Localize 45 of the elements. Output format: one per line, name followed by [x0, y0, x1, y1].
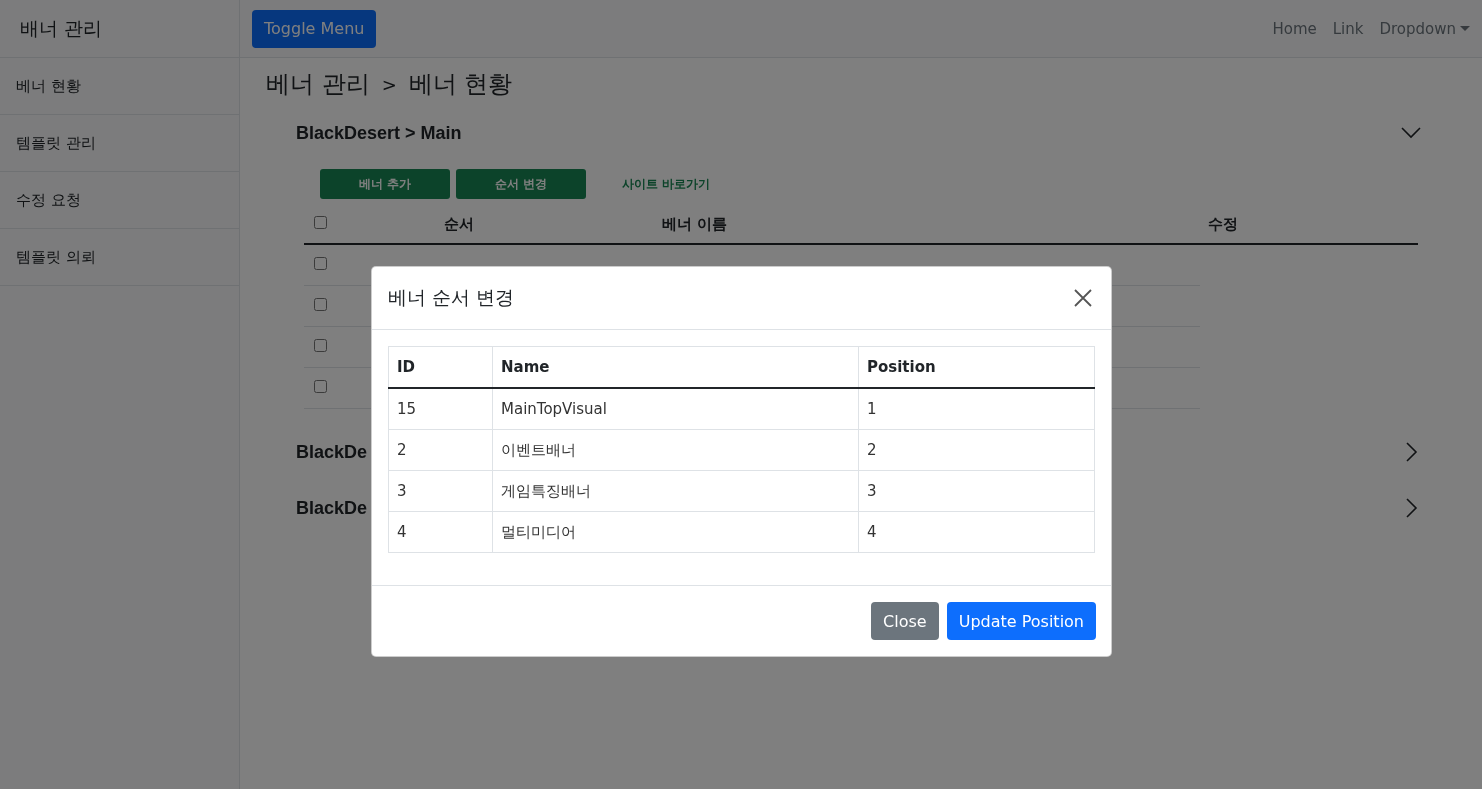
section-title: BlackDe: [296, 497, 368, 519]
row-checkbox[interactable]: [314, 298, 327, 311]
table-cell: 1: [858, 388, 1095, 430]
site-link[interactable]: 사이트 바로가기: [622, 175, 711, 193]
row-checkbox[interactable]: [314, 380, 327, 393]
column-header: Position: [858, 346, 1095, 388]
section-title: BlackDesert > Main: [296, 122, 462, 144]
sidebar-item[interactable]: 베너 현황: [0, 58, 239, 115]
table-cell: 2: [388, 429, 493, 471]
table-cell: 멀티미디어: [492, 511, 859, 553]
add-banner-button[interactable]: 베너 추가: [320, 169, 450, 199]
column-header: 순서: [436, 205, 654, 244]
update-position-button[interactable]: Update Position: [946, 602, 1096, 640]
breadcrumb-separator: >: [381, 73, 397, 95]
reorder-button[interactable]: 순서 변경: [456, 169, 586, 199]
table-cell: 3: [858, 470, 1095, 512]
table-cell: 15: [388, 388, 493, 430]
nav-link[interactable]: Link: [1332, 19, 1364, 38]
sidebar-item[interactable]: 수정 요청: [0, 172, 239, 229]
column-header: 수정: [1200, 205, 1418, 244]
toggle-menu-button[interactable]: Toggle Menu: [252, 9, 377, 48]
table-cell: 4: [388, 511, 493, 553]
breadcrumb-item: 베너 현황: [408, 69, 513, 100]
table-cell: 4: [858, 511, 1095, 553]
column-header: 베너 이름: [654, 205, 1200, 244]
row-checkbox[interactable]: [314, 339, 327, 352]
caret-icon: [1460, 26, 1470, 31]
select-all-checkbox[interactable]: [314, 216, 327, 229]
table-cell: MainTopVisual: [492, 388, 859, 430]
dropdown-toggle[interactable]: Dropdown: [1379, 19, 1470, 38]
section-title: BlackDe: [296, 441, 368, 463]
column-header: ID: [388, 346, 493, 388]
close-button[interactable]: Close: [871, 602, 939, 640]
table-cell: 3: [388, 470, 493, 512]
table-cell: 2: [858, 429, 1095, 471]
nav-link[interactable]: Home: [1272, 19, 1317, 38]
sidebar-item[interactable]: 템플릿 의뢰: [0, 229, 239, 286]
sidebar-item[interactable]: 템플릿 관리: [0, 115, 239, 172]
table-cell: 이벤트배너: [492, 429, 859, 471]
table-cell: 게임특징배너: [492, 470, 859, 512]
modal-title: 베너 순서 변경: [388, 285, 515, 310]
sidebar-title: 배너 관리: [0, 0, 239, 58]
column-header: Name: [492, 346, 859, 388]
row-checkbox[interactable]: [314, 257, 327, 270]
breadcrumb-item: 베너 관리: [266, 69, 370, 100]
